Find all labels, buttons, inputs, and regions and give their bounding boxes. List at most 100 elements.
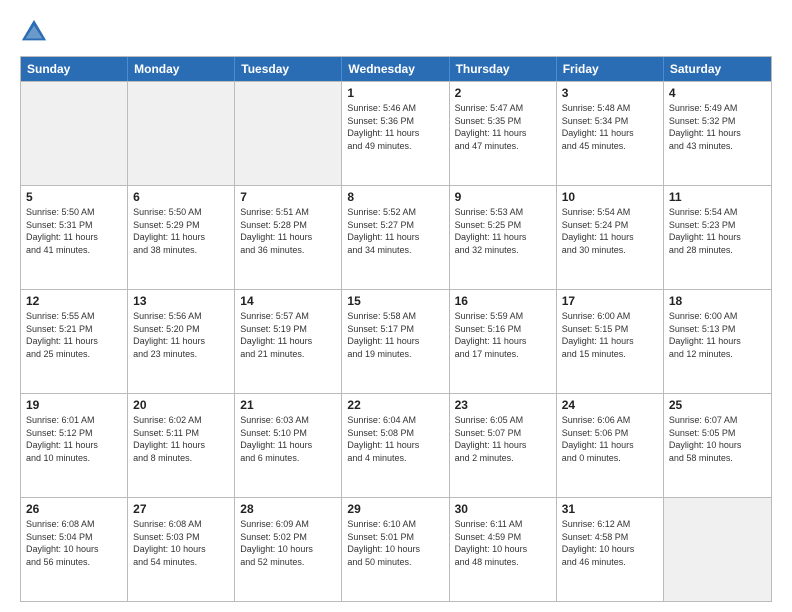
cal-cell-r0-c5: 3Sunrise: 5:48 AM Sunset: 5:34 PM Daylig… [557,82,664,185]
cal-cell-r2-c1: 13 Sunrise: 5:56 AM Sunset: 5:20 PM Dayli… [128,290,235,393]
day-number: 14 [240,294,336,308]
cell-text: Sunrise: 6:00 AM Sunset: 5:15 PM Dayligh… [562,310,658,360]
cal-header-tuesday: Tuesday [235,57,342,81]
cal-cell-r1-c4: 9 Sunrise: 5:53 AM Sunset: 5:25 PM Daylig… [450,186,557,289]
page: SundayMondayTuesdayWednesdayThursdayFrid… [0,0,792,612]
day-number: 19 [26,398,122,412]
cal-cell-r1-c6: 11 Sunrise: 5:54 AM Sunset: 5:23 PM Dayli… [664,186,771,289]
cal-cell-r1-c1: 6Sunrise: 5:50 AM Sunset: 5:29 PM Daylig… [128,186,235,289]
day-number: 2 [455,86,551,100]
cell-text: Sunrise: 6:08 AM Sunset: 5:03 PM Dayligh… [133,518,229,568]
day-number: 8 [347,190,443,204]
cell-text: Sunrise: 6:02 AM Sunset: 5:11 PM Dayligh… [133,414,229,464]
cell-text: Sunrise: 5:51 AM Sunset: 5:28 PM Dayligh… [240,206,336,256]
cell-text: Sunrise: 6:09 AM Sunset: 5:02 PM Dayligh… [240,518,336,568]
cal-row-0: 1 Sunrise: 5:46 AM Sunset: 5:36 PM Daylig… [21,81,771,185]
cal-row-1: 5Sunrise: 5:50 AM Sunset: 5:31 PM Daylig… [21,185,771,289]
cal-cell-r2-c3: 15Sunrise: 5:58 AM Sunset: 5:17 PM Dayli… [342,290,449,393]
cal-cell-r3-c6: 25 Sunrise: 6:07 AM Sunset: 5:05 PM Dayli… [664,394,771,497]
calendar-header-row: SundayMondayTuesdayWednesdayThursdayFrid… [21,57,771,81]
cal-cell-r4-c6 [664,498,771,601]
cell-text: Sunrise: 5:59 AM Sunset: 5:16 PM Dayligh… [455,310,551,360]
day-number: 12 [26,294,122,308]
day-number: 22 [347,398,443,412]
cell-text: Sunrise: 6:12 AM Sunset: 4:58 PM Dayligh… [562,518,658,568]
day-number: 28 [240,502,336,516]
cell-text: Sunrise: 6:05 AM Sunset: 5:07 PM Dayligh… [455,414,551,464]
cell-text: Sunrise: 6:07 AM Sunset: 5:05 PM Dayligh… [669,414,766,464]
cal-cell-r3-c4: 23 Sunrise: 6:05 AM Sunset: 5:07 PM Dayli… [450,394,557,497]
cal-header-friday: Friday [557,57,664,81]
cell-text: Sunrise: 5:53 AM Sunset: 5:25 PM Dayligh… [455,206,551,256]
calendar-body: 1 Sunrise: 5:46 AM Sunset: 5:36 PM Daylig… [21,81,771,601]
cal-cell-r2-c2: 14 Sunrise: 5:57 AM Sunset: 5:19 PM Dayli… [235,290,342,393]
cal-row-4: 26Sunrise: 6:08 AM Sunset: 5:04 PM Dayli… [21,497,771,601]
logo [20,18,52,46]
cal-cell-r3-c1: 20Sunrise: 6:02 AM Sunset: 5:11 PM Dayli… [128,394,235,497]
cal-row-3: 19 Sunrise: 6:01 AM Sunset: 5:12 PM Dayli… [21,393,771,497]
cal-cell-r0-c4: 2 Sunrise: 5:47 AM Sunset: 5:35 PM Daylig… [450,82,557,185]
cal-cell-r2-c0: 12 Sunrise: 5:55 AM Sunset: 5:21 PM Dayli… [21,290,128,393]
day-number: 7 [240,190,336,204]
cal-header-wednesday: Wednesday [342,57,449,81]
day-number: 23 [455,398,551,412]
day-number: 1 [347,86,443,100]
day-number: 21 [240,398,336,412]
day-number: 29 [347,502,443,516]
cell-text: Sunrise: 5:54 AM Sunset: 5:23 PM Dayligh… [669,206,766,256]
cal-row-2: 12 Sunrise: 5:55 AM Sunset: 5:21 PM Dayli… [21,289,771,393]
cell-text: Sunrise: 5:50 AM Sunset: 5:31 PM Dayligh… [26,206,122,256]
cal-cell-r4-c4: 30 Sunrise: 6:11 AM Sunset: 4:59 PM Dayli… [450,498,557,601]
cell-text: Sunrise: 5:47 AM Sunset: 5:35 PM Dayligh… [455,102,551,152]
cell-text: Sunrise: 5:46 AM Sunset: 5:36 PM Dayligh… [347,102,443,152]
cell-text: Sunrise: 5:55 AM Sunset: 5:21 PM Dayligh… [26,310,122,360]
day-number: 17 [562,294,658,308]
cal-cell-r1-c3: 8Sunrise: 5:52 AM Sunset: 5:27 PM Daylig… [342,186,449,289]
cal-cell-r4-c0: 26Sunrise: 6:08 AM Sunset: 5:04 PM Dayli… [21,498,128,601]
cell-text: Sunrise: 5:54 AM Sunset: 5:24 PM Dayligh… [562,206,658,256]
header [20,18,772,46]
cal-header-thursday: Thursday [450,57,557,81]
cal-cell-r1-c0: 5Sunrise: 5:50 AM Sunset: 5:31 PM Daylig… [21,186,128,289]
logo-icon [20,18,48,46]
cell-text: Sunrise: 6:01 AM Sunset: 5:12 PM Dayligh… [26,414,122,464]
day-number: 31 [562,502,658,516]
cell-text: Sunrise: 6:00 AM Sunset: 5:13 PM Dayligh… [669,310,766,360]
cell-text: Sunrise: 6:04 AM Sunset: 5:08 PM Dayligh… [347,414,443,464]
cal-cell-r0-c3: 1 Sunrise: 5:46 AM Sunset: 5:36 PM Daylig… [342,82,449,185]
day-number: 9 [455,190,551,204]
calendar: SundayMondayTuesdayWednesdayThursdayFrid… [20,56,772,602]
cal-cell-r4-c3: 29 Sunrise: 6:10 AM Sunset: 5:01 PM Dayli… [342,498,449,601]
day-number: 18 [669,294,766,308]
day-number: 4 [669,86,766,100]
cal-cell-r1-c5: 10 Sunrise: 5:54 AM Sunset: 5:24 PM Dayli… [557,186,664,289]
cal-cell-r3-c0: 19 Sunrise: 6:01 AM Sunset: 5:12 PM Dayli… [21,394,128,497]
cell-text: Sunrise: 5:50 AM Sunset: 5:29 PM Dayligh… [133,206,229,256]
cal-cell-r3-c5: 24Sunrise: 6:06 AM Sunset: 5:06 PM Dayli… [557,394,664,497]
cal-cell-r3-c2: 21 Sunrise: 6:03 AM Sunset: 5:10 PM Dayli… [235,394,342,497]
cal-cell-r2-c4: 16Sunrise: 5:59 AM Sunset: 5:16 PM Dayli… [450,290,557,393]
cell-text: Sunrise: 6:06 AM Sunset: 5:06 PM Dayligh… [562,414,658,464]
cal-cell-r0-c2 [235,82,342,185]
day-number: 10 [562,190,658,204]
cal-cell-r3-c3: 22 Sunrise: 6:04 AM Sunset: 5:08 PM Dayli… [342,394,449,497]
cell-text: Sunrise: 6:11 AM Sunset: 4:59 PM Dayligh… [455,518,551,568]
cal-cell-r4-c1: 27 Sunrise: 6:08 AM Sunset: 5:03 PM Dayli… [128,498,235,601]
day-number: 13 [133,294,229,308]
cell-text: Sunrise: 6:10 AM Sunset: 5:01 PM Dayligh… [347,518,443,568]
day-number: 11 [669,190,766,204]
cell-text: Sunrise: 5:48 AM Sunset: 5:34 PM Dayligh… [562,102,658,152]
cal-cell-r0-c1 [128,82,235,185]
cell-text: Sunrise: 5:56 AM Sunset: 5:20 PM Dayligh… [133,310,229,360]
day-number: 26 [26,502,122,516]
cal-header-sunday: Sunday [21,57,128,81]
cal-cell-r2-c5: 17 Sunrise: 6:00 AM Sunset: 5:15 PM Dayli… [557,290,664,393]
day-number: 27 [133,502,229,516]
day-number: 25 [669,398,766,412]
cell-text: Sunrise: 6:03 AM Sunset: 5:10 PM Dayligh… [240,414,336,464]
day-number: 15 [347,294,443,308]
cal-cell-r1-c2: 7 Sunrise: 5:51 AM Sunset: 5:28 PM Daylig… [235,186,342,289]
cell-text: Sunrise: 5:57 AM Sunset: 5:19 PM Dayligh… [240,310,336,360]
day-number: 30 [455,502,551,516]
cal-header-monday: Monday [128,57,235,81]
